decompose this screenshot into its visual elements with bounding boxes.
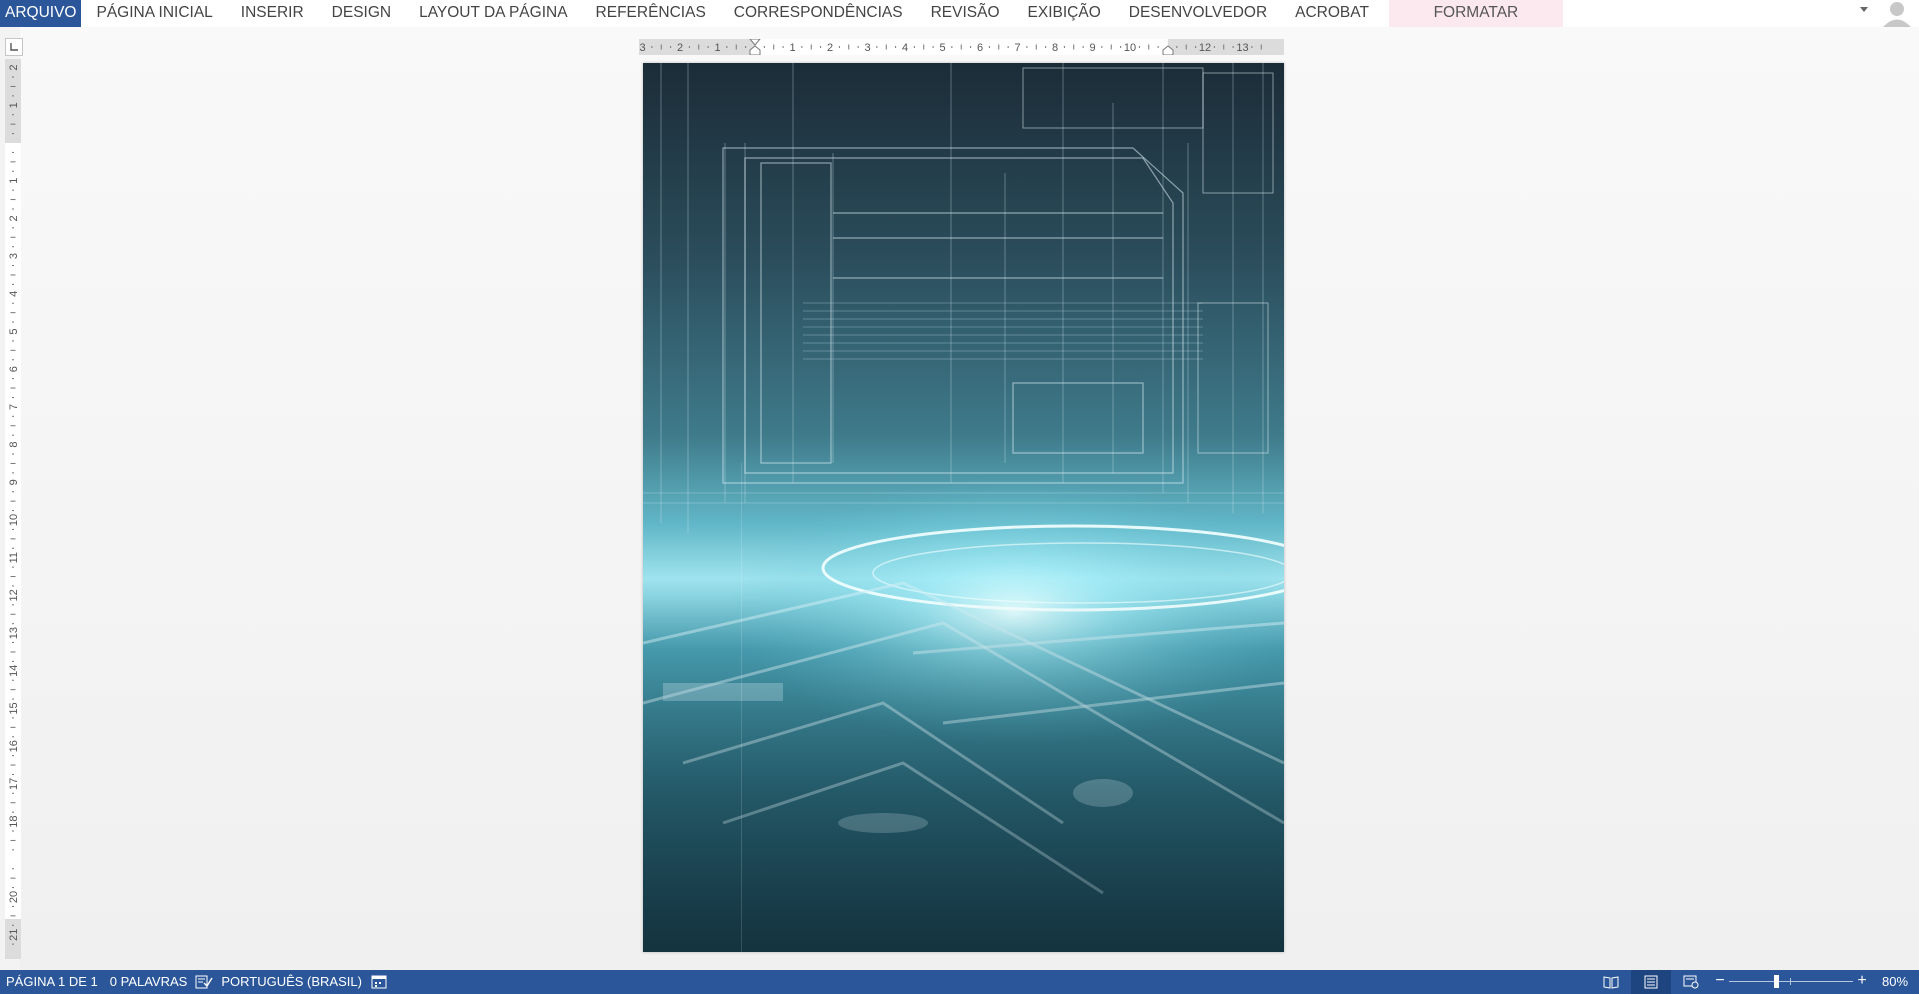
tab-correspondencias[interactable]: CORRESPONDÊNCIAS — [720, 0, 917, 27]
ruler-label: 7 — [8, 404, 20, 410]
tab-arquivo[interactable]: ARQUIVO — [0, 0, 82, 27]
ruler-label: 2 — [677, 42, 683, 54]
zoom-in-button[interactable]: + — [1853, 970, 1871, 994]
macro-record-icon[interactable] — [368, 970, 390, 994]
ruler-label: 21 — [8, 929, 20, 941]
zoom-slider[interactable] — [1729, 970, 1853, 994]
web-layout-icon[interactable] — [1671, 970, 1711, 994]
horizontal-ruler[interactable]: 3 2 1 1 2 3 4 5 6 7 8 9 10 12 13 — [639, 39, 1284, 55]
ruler-label: 11 — [8, 552, 20, 563]
ruler-label: 6 — [977, 42, 983, 54]
ruler-label: 15 — [8, 702, 20, 714]
ruler-label: 2 — [827, 42, 833, 54]
ruler-label: 9 — [1089, 42, 1095, 54]
page-count-status[interactable]: PÁGINA 1 DE 1 — [0, 970, 104, 994]
chevron-down-icon[interactable] — [1857, 0, 1871, 27]
ruler-label: 8 — [8, 442, 20, 448]
hanging-indent-marker — [749, 45, 761, 55]
ruler-label: 6 — [8, 366, 20, 372]
document-page[interactable] — [643, 63, 1284, 952]
first-line-indent-marker — [749, 39, 761, 46]
ruler-label: 5 — [939, 42, 945, 54]
ruler-label: 14 — [8, 665, 20, 677]
ruler-label: 13 — [1236, 42, 1248, 54]
ruler-label: 8 — [1052, 42, 1058, 54]
tab-referencias[interactable]: REFERÊNCIAS — [582, 0, 720, 27]
ruler-label: 10 — [8, 514, 20, 526]
tab-formatar[interactable]: FORMATAR — [1388, 0, 1563, 27]
ruler-label: 4 — [8, 291, 20, 297]
technology-background-image[interactable] — [643, 63, 1284, 952]
vertical-ruler[interactable]: 2 1 1 2 3 4 5 6 7 8 9 10 11 12 13 14 15 16 17 18 20 21 — [5, 59, 21, 959]
ruler-label: 1 — [8, 102, 20, 108]
ruler-label: 12 — [8, 589, 20, 601]
ruler-label: 7 — [1014, 42, 1020, 54]
ruler-label: 1 — [789, 42, 795, 54]
tab-pagina-inicial[interactable]: PÁGINA INICIAL — [82, 0, 226, 27]
ruler-label: 9 — [8, 479, 20, 485]
ruler-label: 16 — [8, 740, 20, 752]
tab-design[interactable]: DESIGN — [318, 0, 405, 27]
tab-desenvolvedor[interactable]: DESENVOLVEDOR — [1115, 0, 1281, 27]
ruler-label: 12 — [1199, 42, 1211, 54]
ruler-label: 2 — [8, 215, 20, 221]
tab-revisao[interactable]: REVISÃO — [917, 0, 1014, 27]
ruler-label: 3 — [8, 253, 20, 259]
ruler-label: 3 — [639, 42, 645, 54]
language-status[interactable]: PORTUGUÊS (BRASIL) — [215, 970, 368, 994]
zoom-out-button[interactable]: − — [1711, 970, 1729, 994]
ruler-label: 2 — [8, 65, 20, 71]
right-indent-marker — [1162, 45, 1174, 55]
ruler-label: 1 — [714, 42, 720, 54]
tab-stop-selector[interactable] — [5, 38, 23, 56]
zoom-level[interactable]: 80% — [1871, 970, 1919, 994]
zoom-slider-thumb[interactable] — [1774, 975, 1780, 988]
print-layout-icon[interactable] — [1631, 970, 1671, 994]
ruler-label: 10 — [1124, 42, 1136, 54]
ruler-label: 18 — [8, 815, 20, 827]
read-mode-icon[interactable] — [1591, 970, 1631, 994]
ruler-label: 4 — [902, 42, 908, 54]
ruler-label: 1 — [8, 178, 20, 184]
ruler-label: 20 — [8, 891, 20, 903]
proofing-check-icon[interactable] — [193, 970, 215, 994]
ruler-label: 5 — [8, 328, 20, 334]
tab-layout-da-pagina[interactable]: LAYOUT DA PÁGINA — [405, 0, 581, 27]
ribbon-tab-bar: ARQUIVO PÁGINA INICIAL INSERIR DESIGN LA… — [0, 0, 1919, 27]
tab-acrobat[interactable]: ACROBAT — [1281, 0, 1383, 27]
status-bar: PÁGINA 1 DE 1 0 PALAVRAS PORTUGUÊS (BRAS… — [0, 970, 1919, 994]
ruler-label: 13 — [8, 627, 20, 639]
word-count-status[interactable]: 0 PALAVRAS — [104, 970, 194, 994]
tab-inserir[interactable]: INSERIR — [227, 0, 318, 27]
user-avatar-icon[interactable] — [1879, 0, 1915, 27]
ruler-label: 17 — [8, 778, 20, 790]
ruler-label: 3 — [864, 42, 870, 54]
tab-exibicao[interactable]: EXIBIÇÃO — [1014, 0, 1115, 27]
